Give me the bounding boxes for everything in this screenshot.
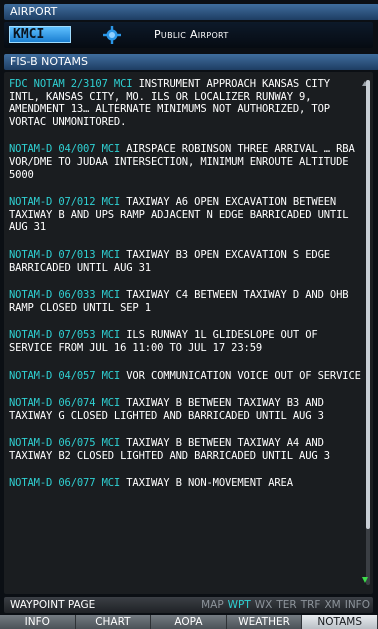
notams-section-header: FIS-B NOTAMS (4, 54, 378, 70)
page-group-map: MAP (201, 599, 224, 611)
airport-section-header: AIRPORT (4, 4, 378, 20)
page-group-wx: WX (254, 599, 273, 611)
page-group-info: INFO (344, 599, 370, 611)
notam-id: NOTAM-D 06/077 MCI (9, 477, 121, 490)
notam-id: NOTAM-D 04/007 MCI (9, 143, 121, 156)
page-group-indicator: MAP WPT WX TER TRF XM INFO (197, 597, 370, 613)
notams-list-pane[interactable]: FDC NOTAM 2/3107 MCI INSTRUMENT APPROACH… (4, 72, 373, 594)
public-airport-icon (103, 26, 121, 44)
notam-item[interactable]: NOTAM-D 07/053 MCI ILS RUNWAY 1L GLIDESL… (9, 329, 361, 354)
notam-item[interactable]: NOTAM-D 07/013 MCI TAXIWAY B3 OPEN EXCAV… (9, 249, 361, 274)
page-group-xm: XM (324, 599, 341, 611)
page-name-label: WAYPOINT PAGE (10, 599, 96, 611)
softkey-weather[interactable]: WEATHER (226, 615, 303, 629)
notam-item[interactable]: NOTAM-D 06/033 MCI TAXIWAY C4 BETWEEN TA… (9, 289, 361, 314)
notam-id: NOTAM-D 06/074 MCI (9, 397, 121, 410)
airport-info-row: KMCI Public Airport (4, 22, 373, 48)
notam-item[interactable]: NOTAM-D 07/012 MCI TAXIWAY A6 OPEN EXCAV… (9, 196, 361, 234)
notam-id: NOTAM-D 07/013 MCI (9, 248, 121, 261)
airport-type-label: Public Airport (154, 28, 229, 41)
notam-id: NOTAM-D 06/075 MCI (9, 437, 121, 450)
notams-list: FDC NOTAM 2/3107 MCI INSTRUMENT APPROACH… (9, 78, 361, 505)
softkey-chart[interactable]: CHART (75, 615, 152, 629)
notam-item[interactable]: NOTAM-D 04/057 MCI VOR COMMUNICATION VOI… (9, 370, 361, 383)
mfd-screen: AIRPORT KMCI Public Airport FIS-B NOTAMS… (0, 0, 378, 629)
notam-text: VOR COMMUNICATION VOICE OUT OF SERVICE (120, 369, 361, 382)
notam-text: TAXIWAY B NON-MOVEMENT AREA (120, 477, 293, 490)
notam-item[interactable]: NOTAM-D 06/074 MCI TAXIWAY B BETWEEN TAX… (9, 397, 361, 422)
scroll-down-arrow-icon (362, 577, 368, 583)
notam-id: NOTAM-D 06/033 MCI (9, 289, 121, 302)
page-group-ter: TER (276, 599, 297, 611)
page-footer: WAYPOINT PAGE MAP WPT WX TER TRF XM INFO (4, 597, 373, 613)
notam-item[interactable]: FDC NOTAM 2/3107 MCI INSTRUMENT APPROACH… (9, 78, 361, 128)
scrollbar[interactable] (362, 80, 370, 585)
softkey-info[interactable]: INFO (0, 615, 76, 629)
notam-id: FDC NOTAM 2/3107 MCI (9, 78, 133, 90)
notam-id: NOTAM-D 07/053 MCI (9, 329, 121, 342)
page-group-trf: TRF (300, 599, 321, 611)
notam-item[interactable]: NOTAM-D 04/007 MCI AIRSPACE ROBINSON THR… (9, 143, 361, 181)
airport-identifier-field[interactable]: KMCI (9, 26, 71, 43)
notam-item[interactable]: NOTAM-D 06/075 MCI TAXIWAY B BETWEEN TAX… (9, 437, 361, 462)
page-group-wpt: WPT (227, 599, 251, 611)
notam-item[interactable]: NOTAM-D 06/077 MCI TAXIWAY B NON-MOVEMEN… (9, 477, 361, 490)
softkey-bar: INFO CHART AOPA WEATHER NOTAMS (0, 615, 378, 629)
notam-id: NOTAM-D 07/012 MCI (9, 196, 121, 209)
scrollbar-thumb[interactable] (366, 80, 370, 529)
softkey-aopa[interactable]: AOPA (151, 615, 227, 629)
notam-id: NOTAM-D 04/057 MCI (9, 369, 121, 382)
softkey-notams[interactable]: NOTAMS (302, 615, 378, 629)
